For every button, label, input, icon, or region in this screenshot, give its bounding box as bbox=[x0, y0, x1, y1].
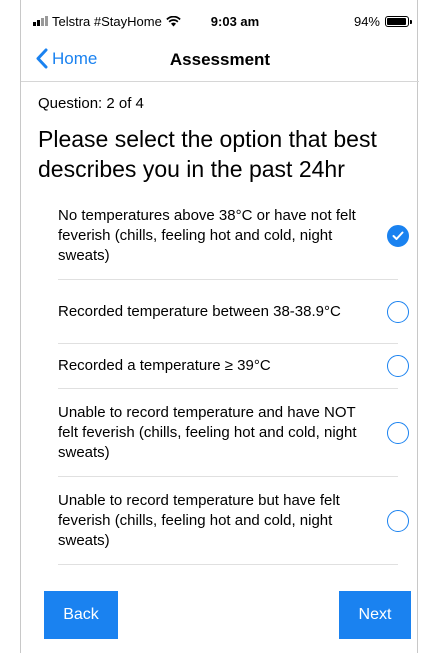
nav-bar: Home Assessment bbox=[21, 40, 419, 82]
back-link-label: Home bbox=[52, 48, 98, 68]
carrier-name: Telstra #StayHome bbox=[52, 13, 162, 29]
status-bar: Telstra #StayHome 9:03 am 94% bbox=[21, 10, 419, 32]
option-row[interactable]: Recorded a temperature ≥ 39°C bbox=[58, 344, 409, 389]
battery-icon bbox=[385, 15, 412, 27]
question-text: Please select the option that best descr… bbox=[38, 126, 377, 182]
battery-level bbox=[387, 17, 406, 25]
option-row[interactable]: Recorded temperature between 38-38.9°C bbox=[58, 280, 409, 344]
options-list: No temperatures above 38°C or have not f… bbox=[58, 192, 409, 565]
radio-unchecked-icon[interactable] bbox=[387, 355, 409, 377]
option-label: Recorded temperature between 38-38.9°C bbox=[58, 302, 341, 320]
option-label: Unable to record temperature but have fe… bbox=[58, 491, 340, 549]
phone-screen: Telstra #StayHome 9:03 am 94% Home Asses… bbox=[20, 0, 419, 653]
option-label: Recorded a temperature ≥ 39°C bbox=[58, 357, 271, 374]
option-label: Unable to record temperature and have NO… bbox=[58, 403, 357, 461]
status-left: Telstra #StayHome bbox=[33, 14, 181, 29]
status-right: 94% bbox=[353, 13, 412, 29]
wifi-icon bbox=[166, 15, 181, 26]
radio-checked-icon[interactable] bbox=[387, 224, 409, 247]
radio-unchecked-icon[interactable] bbox=[387, 509, 409, 532]
option-row[interactable]: Unable to record temperature but have fe… bbox=[58, 477, 409, 565]
checkmark-icon bbox=[392, 231, 404, 240]
next-button[interactable]: Next bbox=[339, 591, 411, 639]
signal-icon bbox=[33, 16, 48, 26]
chevron-left-icon bbox=[36, 48, 48, 69]
battery-percent: 94% bbox=[353, 13, 380, 29]
radio-unchecked-icon[interactable] bbox=[387, 300, 409, 323]
question-counter: Question: 2 of 4 bbox=[38, 95, 144, 112]
option-row[interactable]: No temperatures above 38°C or have not f… bbox=[58, 192, 409, 280]
home-back-link[interactable]: Home bbox=[35, 48, 97, 69]
option-label: No temperatures above 38°C or have not f… bbox=[58, 206, 356, 264]
radio-unchecked-icon[interactable] bbox=[387, 421, 409, 444]
option-row[interactable]: Unable to record temperature and have NO… bbox=[58, 389, 409, 477]
back-button[interactable]: Back bbox=[44, 591, 118, 639]
